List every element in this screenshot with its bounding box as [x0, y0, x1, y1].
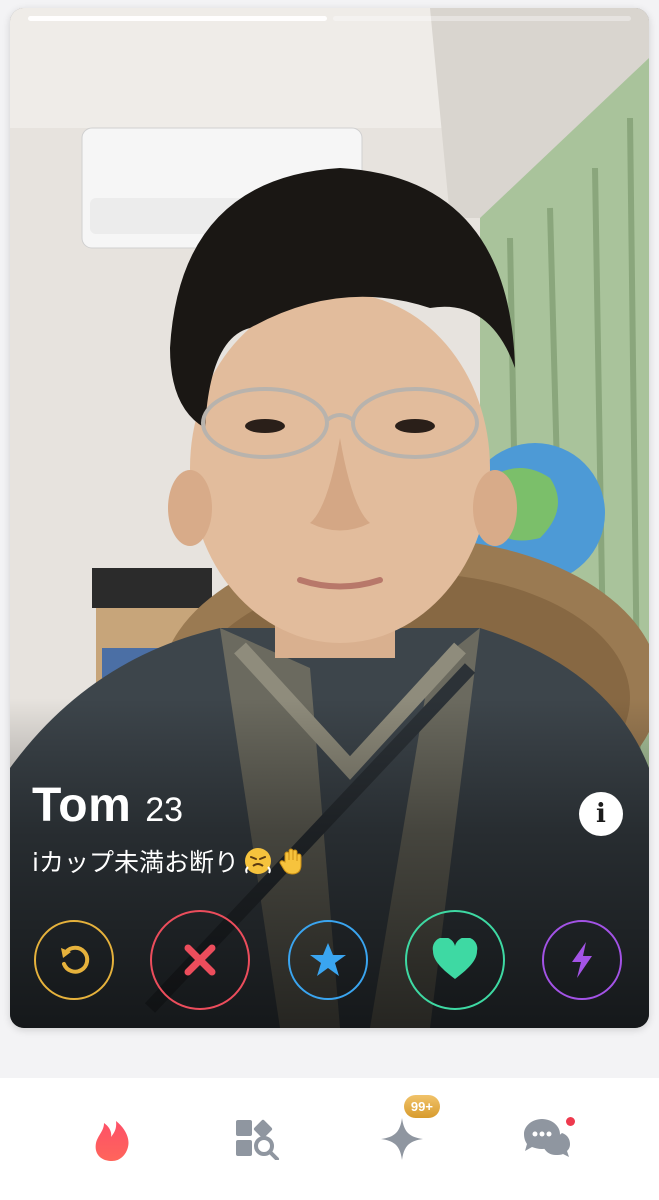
- like-button[interactable]: [405, 910, 505, 1010]
- nope-button[interactable]: [150, 910, 250, 1010]
- name-age-row: Tom 23: [32, 778, 307, 833]
- rewind-icon: [61, 945, 90, 974]
- profile-info: Tom 23 iカップ未満お断り: [32, 778, 307, 879]
- profile-bio: iカップ未満お断り: [32, 843, 307, 879]
- photo-progress: [28, 16, 631, 22]
- heart-icon: [432, 938, 478, 979]
- sparkle-icon: [380, 1118, 423, 1160]
- nav-chat[interactable]: [517, 1109, 577, 1169]
- bottom-nav: 99+: [0, 1078, 659, 1200]
- super-like-button[interactable]: [288, 920, 368, 1000]
- nav-home[interactable]: [82, 1109, 142, 1169]
- info-button[interactable]: i: [579, 792, 623, 836]
- profile-name: Tom: [32, 779, 132, 832]
- nav-likes[interactable]: 99+: [372, 1095, 440, 1169]
- nav-explore[interactable]: [227, 1109, 287, 1169]
- frustrated-face-icon: [244, 848, 271, 874]
- explore-grid-icon: [236, 1119, 280, 1160]
- new-message-dot: [565, 1117, 575, 1126]
- profile-age: 23: [145, 791, 184, 829]
- info-icon: i: [596, 799, 606, 829]
- action-bar: [10, 906, 649, 1016]
- lightning-icon: [572, 942, 592, 978]
- likes-count-badge: 99+: [403, 1095, 440, 1118]
- close-icon: [184, 944, 216, 976]
- progress-segment-active: [28, 16, 327, 21]
- boost-button[interactable]: [542, 920, 622, 1000]
- profile-card[interactable]: Tom 23 iカップ未満お断り i: [10, 8, 649, 1028]
- star-icon: [310, 943, 346, 976]
- app-screen: Tom 23 iカップ未満お断り i 99+: [0, 0, 659, 1200]
- bio-text: iカップ未満お断り: [32, 848, 239, 877]
- rewind-button[interactable]: [34, 920, 114, 1000]
- flame-icon: [95, 1121, 129, 1161]
- progress-segment: [332, 16, 631, 21]
- chat-bubbles-icon: [523, 1119, 570, 1157]
- raised-hand-icon: [279, 848, 302, 875]
